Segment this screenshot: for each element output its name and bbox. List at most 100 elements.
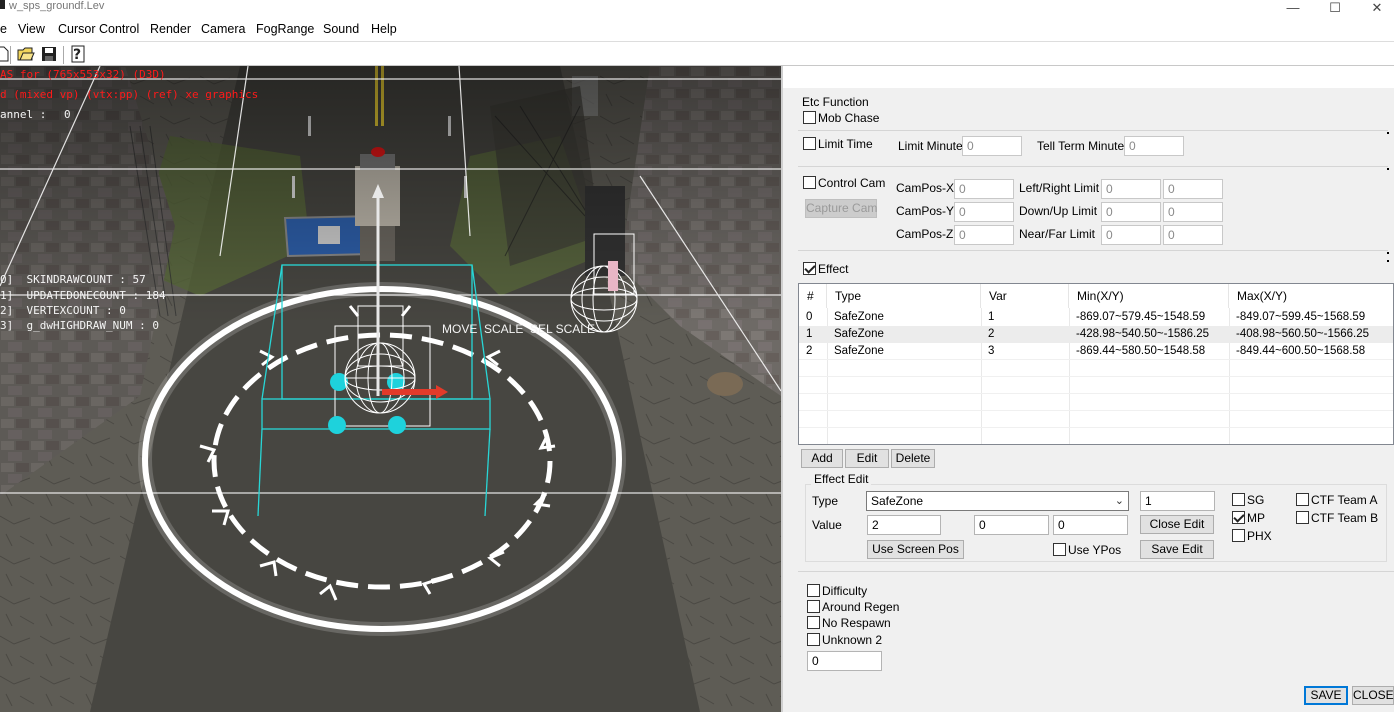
- col-header-min[interactable]: Min(X/Y): [1069, 284, 1229, 308]
- limit-time-checkbox[interactable]: [803, 137, 816, 150]
- left-right-limit-label: Left/Right Limit: [1019, 181, 1100, 195]
- effect-type-select[interactable]: SafeZone ⌄: [866, 491, 1129, 511]
- edit-button[interactable]: Edit: [845, 449, 889, 468]
- control-cam-checkbox[interactable]: [803, 176, 816, 189]
- menu-sound[interactable]: Sound: [323, 22, 359, 36]
- cell-var: 2: [988, 328, 995, 340]
- unknown-2-checkbox[interactable]: [807, 633, 820, 646]
- mp-checkbox[interactable]: [1232, 511, 1245, 524]
- menu-help[interactable]: Help: [371, 22, 397, 36]
- ctf-team-b-label: CTF Team B: [1311, 511, 1379, 525]
- save-edit-button[interactable]: Save Edit: [1140, 540, 1214, 559]
- table-row-selected[interactable]: 1 SafeZone 2 -428.98~540.50~-1586.25 -40…: [799, 326, 1393, 343]
- cell-index: 2: [806, 345, 813, 357]
- delete-button[interactable]: Delete: [891, 449, 935, 468]
- campos-z-input[interactable]: 0: [954, 225, 1014, 245]
- cell-type: SafeZone: [834, 345, 884, 357]
- 3d-viewport[interactable]: AS for (765x553x32) (D3D) d (mixed vp) (…: [0, 66, 781, 712]
- table-row[interactable]: 2 SafeZone 3 -869.44~580.50~1548.58 -849…: [799, 343, 1393, 360]
- near-limit-input[interactable]: 0: [1101, 225, 1161, 245]
- use-screen-pos-button[interactable]: Use Screen Pos: [867, 540, 964, 559]
- menu-camera[interactable]: Camera: [201, 22, 245, 36]
- effect-value-1-input[interactable]: 2: [867, 515, 941, 535]
- separator-2: [798, 166, 1388, 167]
- effect-list[interactable]: # Type Var Min(X/Y) Max(X/Y) 0 SafeZone …: [798, 283, 1394, 445]
- cell-min: -428.98~540.50~-1586.25: [1076, 328, 1210, 340]
- save-button[interactable]: SAVE: [1304, 686, 1348, 705]
- add-button[interactable]: Add: [801, 449, 843, 468]
- right-limit-input[interactable]: 0: [1163, 179, 1223, 199]
- gizmo-mode-label: MOVE SCALE SEL SCALE: [442, 322, 595, 336]
- campos-x-input[interactable]: 0: [954, 179, 1014, 199]
- unknown-2-label: Unknown 2: [822, 633, 883, 647]
- overlay-stat-highdraw: 3] g_dwHIGHDRAW_NUM : 0: [0, 319, 159, 332]
- window-title: w_sps_groundf.Lev: [9, 0, 105, 12]
- effect-value-3-input[interactable]: 0: [1053, 515, 1128, 535]
- far-limit-input[interactable]: 0: [1163, 225, 1223, 245]
- close-button[interactable]: CLOSE: [1352, 686, 1394, 705]
- overlay-channel-value: 0: [64, 108, 71, 121]
- ctf-team-b-checkbox[interactable]: [1296, 511, 1309, 524]
- tell-term-minute-input[interactable]: 0: [1124, 136, 1184, 156]
- overlay-render-info: AS for (765x553x32) (D3D): [0, 68, 166, 81]
- campos-y-label: CamPos-Y: [896, 204, 955, 218]
- ctf-team-a-checkbox[interactable]: [1296, 493, 1309, 506]
- menu-render[interactable]: Render: [150, 22, 191, 36]
- close-edit-button[interactable]: Close Edit: [1140, 515, 1214, 534]
- cell-type: SafeZone: [834, 311, 884, 323]
- bottom-value-input[interactable]: 0: [807, 651, 882, 671]
- save-disk-icon[interactable]: [39, 44, 59, 64]
- difficulty-checkbox[interactable]: [807, 584, 820, 597]
- mob-chase-label: Mob Chase: [818, 111, 880, 125]
- cell-min: -869.44~580.50~1548.58: [1076, 345, 1206, 357]
- limit-minute-input[interactable]: 0: [962, 136, 1022, 156]
- col-header-index[interactable]: #: [799, 284, 827, 308]
- help-icon[interactable]: ?: [68, 44, 88, 64]
- sg-checkbox[interactable]: [1232, 493, 1245, 506]
- effect-type-number-input[interactable]: 1: [1140, 491, 1215, 511]
- no-respawn-label: No Respawn: [822, 616, 891, 630]
- col-header-type[interactable]: Type: [827, 284, 981, 308]
- close-window-icon[interactable]: ✕: [1362, 0, 1392, 16]
- difficulty-label: Difficulty: [822, 584, 868, 598]
- title-bar: w_sps_groundf.Lev — ☐ ✕: [0, 0, 1394, 18]
- use-ypos-checkbox[interactable]: [1053, 543, 1066, 556]
- col-header-max[interactable]: Max(X/Y): [1229, 284, 1393, 308]
- sg-label: SG: [1247, 493, 1265, 507]
- app-icon: [0, 0, 5, 9]
- no-respawn-checkbox[interactable]: [807, 616, 820, 629]
- capture-cam-button[interactable]: Capture Cam: [805, 199, 877, 218]
- effect-checkbox[interactable]: [803, 262, 816, 275]
- effect-label: Effect: [818, 262, 849, 276]
- effect-edit-group-label: Effect Edit: [811, 472, 872, 486]
- overlay-stat-skindraw: 0] SKINDRAWCOUNT : 57: [0, 273, 146, 286]
- overlay-stat-vertex: 2] VERTEXCOUNT : 0: [0, 304, 126, 317]
- menu-cursor-control[interactable]: Cursor Control: [58, 22, 139, 36]
- cell-type: SafeZone: [834, 328, 884, 340]
- phx-checkbox[interactable]: [1232, 529, 1245, 542]
- col-header-var[interactable]: Var: [981, 284, 1069, 308]
- campos-y-input[interactable]: 0: [954, 202, 1014, 222]
- separator-dot-4: [1387, 260, 1389, 262]
- down-limit-input[interactable]: 0: [1101, 202, 1161, 222]
- menu-file[interactable]: e: [0, 22, 7, 36]
- svg-text:?: ?: [73, 47, 81, 63]
- maximize-icon[interactable]: ☐: [1320, 0, 1350, 16]
- menu-fogrange[interactable]: FogRange: [256, 22, 314, 36]
- etc-function-label: Etc Function: [802, 95, 869, 109]
- minimize-icon[interactable]: —: [1278, 0, 1308, 15]
- limit-time-label: Limit Time: [818, 137, 873, 151]
- menu-view[interactable]: View: [18, 22, 45, 36]
- mob-chase-checkbox[interactable]: [803, 111, 816, 124]
- separator-dot-1: [1387, 132, 1389, 134]
- open-folder-icon[interactable]: [16, 44, 36, 64]
- left-limit-input[interactable]: 0: [1101, 179, 1161, 199]
- use-ypos-label: Use YPos: [1068, 543, 1122, 557]
- phx-label: PHX: [1247, 529, 1272, 543]
- effect-value-2-input[interactable]: 0: [974, 515, 1049, 535]
- down-up-limit-label: Down/Up Limit: [1019, 204, 1098, 218]
- around-regen-checkbox[interactable]: [807, 600, 820, 613]
- up-limit-input[interactable]: 0: [1163, 202, 1223, 222]
- table-row[interactable]: 0 SafeZone 1 -869.07~579.45~1548.59 -849…: [799, 309, 1393, 326]
- cell-var: 1: [988, 311, 995, 323]
